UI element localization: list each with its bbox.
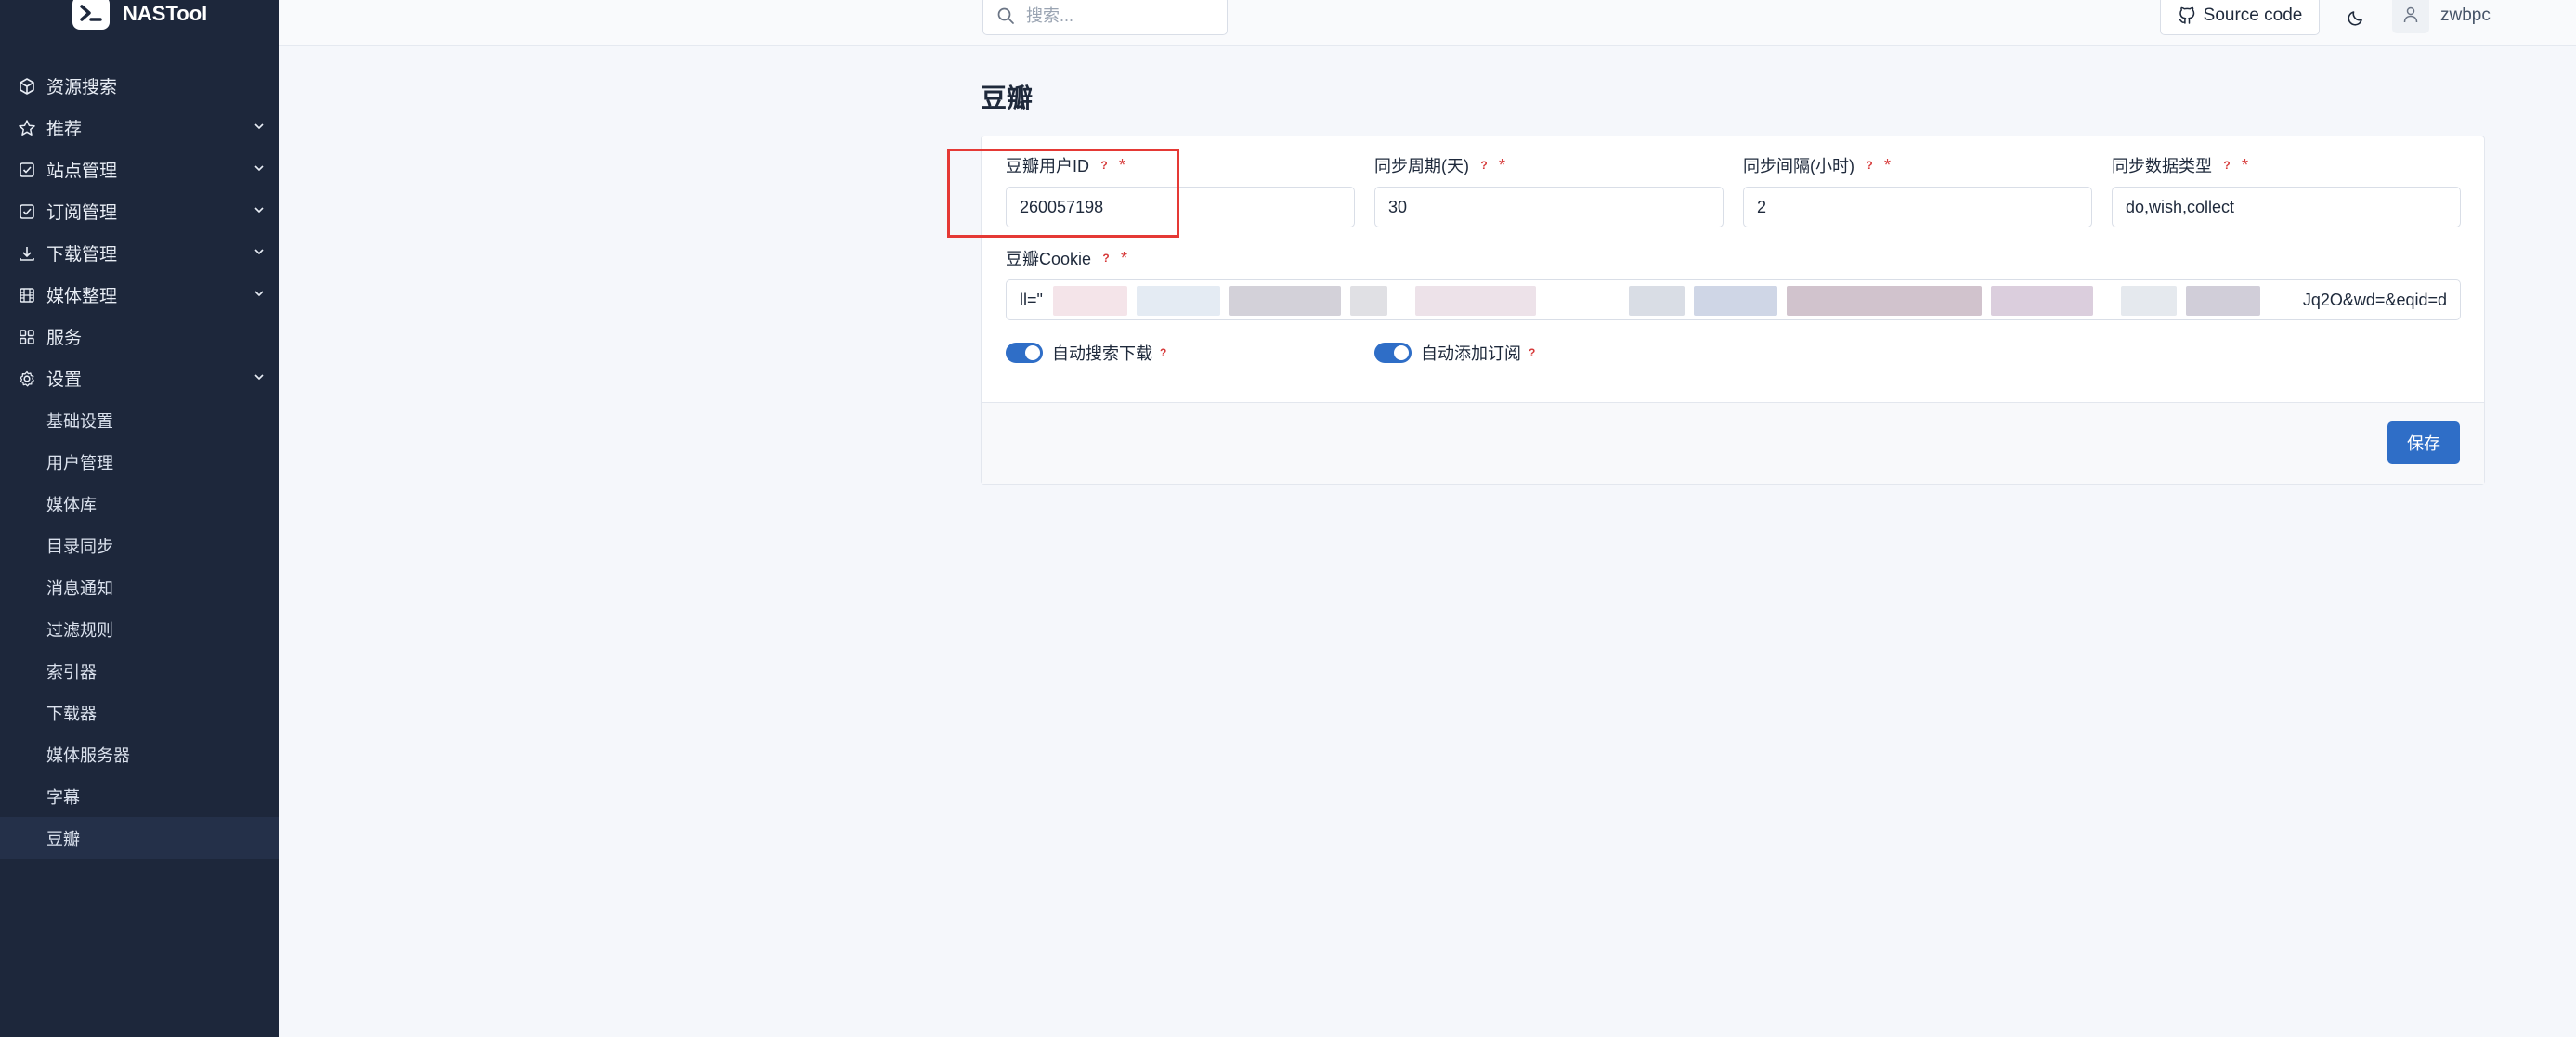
- help-icon[interactable]: ?: [1099, 251, 1113, 266]
- card-footer: 保存: [982, 402, 2484, 484]
- sidebar-item-subscription-management[interactable]: 订阅管理: [0, 190, 279, 232]
- sidebar-item-site-management[interactable]: 站点管理: [0, 149, 279, 190]
- sidebar-item-label: 设置: [46, 370, 83, 390]
- chevron-down-icon: [254, 374, 264, 381]
- sync-period-input[interactable]: [1374, 187, 1724, 227]
- cookie-value-start: ll=": [1020, 291, 1043, 309]
- sidebar-item-media-organize[interactable]: 媒体整理: [0, 274, 279, 316]
- sync-interval-input[interactable]: [1743, 187, 2092, 227]
- app-name: NASTool: [123, 2, 208, 25]
- help-icon[interactable]: ?: [1529, 346, 1535, 359]
- chevron-down-icon: [254, 165, 264, 172]
- sidebar-item-label: 推荐: [46, 120, 83, 139]
- sidebar-item-download-management[interactable]: 下载管理: [0, 232, 279, 274]
- sidebar-item-resource-search[interactable]: 资源搜索: [0, 65, 279, 107]
- chevron-down-icon: [254, 249, 264, 255]
- sidebar: NASTool 资源搜索 推荐 站点管理 订阅管理 下载管理 媒体整理 服务 设…: [0, 0, 279, 1037]
- sync-interval-field: 同步间隔(小时) ? *: [1743, 153, 2092, 227]
- field-label: 豆瓣Cookie: [1006, 250, 1092, 268]
- search-box[interactable]: [982, 0, 1228, 35]
- chevron-down-icon: [254, 207, 264, 214]
- sidebar-subitem-directory-sync[interactable]: 目录同步: [0, 525, 279, 566]
- sidebar-item-label: 媒体整理: [46, 287, 118, 306]
- download-icon: [17, 243, 37, 264]
- field-label: 豆瓣用户ID: [1006, 157, 1089, 175]
- sidebar-subitem-downloaders[interactable]: 下载器: [0, 692, 279, 733]
- cookie-value-end: Jq2O&wd=&eqid=d: [2302, 291, 2447, 309]
- switch[interactable]: [1006, 343, 1043, 363]
- sidebar-nav: 资源搜索 推荐 站点管理 订阅管理 下载管理 媒体整理 服务 设置 基础设置 用…: [0, 65, 279, 859]
- sidebar-item-label: 订阅管理: [46, 203, 118, 223]
- sidebar-subitem-indexers[interactable]: 索引器: [0, 650, 279, 692]
- sidebar-item-label: 资源搜索: [46, 78, 118, 97]
- sidebar-subitem-user-management[interactable]: 用户管理: [0, 441, 279, 483]
- sidebar-subitem-notifications[interactable]: 消息通知: [0, 566, 279, 608]
- auto-search-download-toggle[interactable]: 自动搜索下载 ?: [1006, 341, 1166, 365]
- help-icon[interactable]: ?: [1862, 158, 1877, 173]
- sidebar-subitem-media-servers[interactable]: 媒体服务器: [0, 733, 279, 775]
- sidebar-subitem-douban[interactable]: 豆瓣: [0, 817, 279, 859]
- douban-user-id-input[interactable]: [1006, 187, 1355, 227]
- github-icon: [2178, 6, 2196, 25]
- douban-cookie-input[interactable]: ll=" Jq2O&wd=&eqid=d: [1006, 279, 2461, 320]
- sync-period-field: 同步周期(天) ? *: [1374, 153, 1724, 227]
- sidebar-item-label: 下载管理: [46, 245, 118, 265]
- save-button[interactable]: 保存: [2387, 421, 2460, 464]
- douban-settings-card: 豆瓣用户ID ? * 同步周期(天) ? * 同步间隔(小时) ? *: [981, 136, 2485, 485]
- source-code-button[interactable]: Source code: [2160, 0, 2320, 35]
- source-code-label: Source code: [2203, 6, 2303, 25]
- sidebar-subitem-filter-rules[interactable]: 过滤规则: [0, 608, 279, 650]
- field-label: 同步数据类型: [2112, 157, 2212, 175]
- star-icon: [17, 118, 37, 138]
- required-mark: *: [1884, 155, 1892, 175]
- moon-icon: [2348, 11, 2362, 26]
- sync-data-types-field: 同步数据类型 ? *: [2112, 153, 2461, 227]
- user-icon: [2403, 6, 2418, 23]
- checkbox-icon: [17, 201, 37, 222]
- app-root: NASTool 资源搜索 推荐 站点管理 订阅管理 下载管理 媒体整理 服务 设…: [0, 0, 2576, 1037]
- required-mark: *: [2242, 155, 2249, 175]
- toggle-label: 自动搜索下载: [1052, 344, 1152, 363]
- page-title: 豆瓣: [981, 84, 1034, 112]
- required-mark: *: [1499, 155, 1506, 175]
- switch[interactable]: [1374, 343, 1412, 363]
- sidebar-subitem-subtitles[interactable]: 字幕: [0, 775, 279, 817]
- help-icon[interactable]: ?: [1160, 346, 1166, 359]
- cube-icon: [17, 76, 37, 97]
- chevron-down-icon: [254, 123, 264, 130]
- chevron-down-icon: [254, 291, 264, 297]
- help-icon[interactable]: ?: [1477, 158, 1491, 173]
- required-mark: *: [1119, 155, 1126, 175]
- dark-mode-toggle[interactable]: [2342, 2, 2372, 32]
- grid-icon: [17, 327, 37, 347]
- sidebar-item-recommend[interactable]: 推荐: [0, 107, 279, 149]
- username[interactable]: zwbpc: [2440, 6, 2491, 26]
- top-bar: Source code zwbpc: [279, 0, 2576, 46]
- toggle-label: 自动添加订阅: [1421, 344, 1521, 363]
- sidebar-item-services[interactable]: 服务: [0, 316, 279, 357]
- film-icon: [17, 285, 37, 305]
- douban-cookie-field: 豆瓣Cookie ? * ll=" Jq2O&wd=&eqid=d: [1006, 246, 2461, 320]
- auto-add-subscription-toggle[interactable]: 自动添加订阅 ?: [1374, 341, 1535, 365]
- sync-data-types-input[interactable]: [2112, 187, 2461, 227]
- checkbox-icon: [17, 160, 37, 180]
- terminal-icon: [80, 5, 102, 21]
- douban-user-id-field: 豆瓣用户ID ? *: [1006, 153, 1355, 227]
- sidebar-item-settings[interactable]: 设置: [0, 357, 279, 399]
- sidebar-subitem-basic-settings[interactable]: 基础设置: [0, 399, 279, 441]
- search-icon: [997, 7, 1014, 24]
- help-icon[interactable]: ?: [1097, 158, 1112, 173]
- required-mark: *: [1121, 248, 1128, 267]
- sidebar-subitem-media-library[interactable]: 媒体库: [0, 483, 279, 525]
- gear-icon: [17, 369, 37, 389]
- search-input[interactable]: [1026, 6, 1212, 26]
- sidebar-item-label: 服务: [46, 329, 83, 348]
- help-icon[interactable]: ?: [2219, 158, 2234, 173]
- sidebar-item-label: 站点管理: [46, 162, 118, 181]
- field-label: 同步间隔(小时): [1743, 157, 1854, 175]
- app-logo[interactable]: [72, 0, 110, 30]
- field-label: 同步周期(天): [1374, 157, 1469, 175]
- avatar[interactable]: [2392, 0, 2429, 33]
